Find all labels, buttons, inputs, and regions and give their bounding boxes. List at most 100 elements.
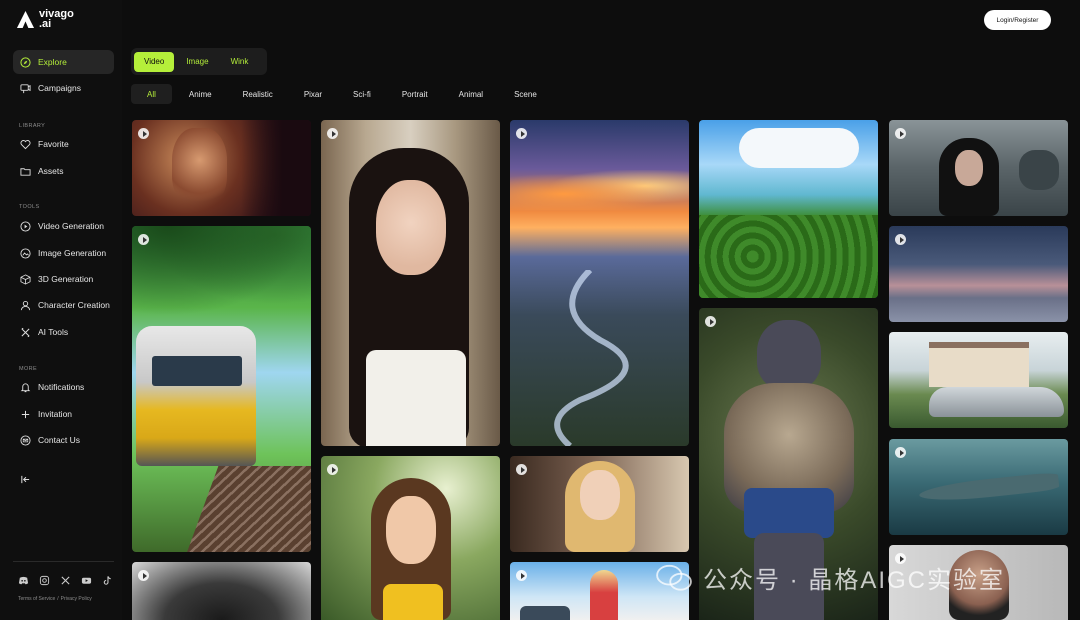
thumbnail-train: [136, 326, 256, 466]
video-card[interactable]: [889, 332, 1068, 428]
play-icon: [516, 128, 527, 139]
logo[interactable]: vivago .ai: [16, 9, 79, 30]
sidebar-item-ai-tools[interactable]: AI Tools: [13, 320, 114, 344]
category-sci-fi[interactable]: Sci-fi: [339, 84, 385, 104]
play-icon: [516, 570, 527, 581]
thumbnail-sunset: [510, 170, 689, 210]
play-icon: [327, 464, 338, 475]
play-circle-icon: [20, 220, 31, 232]
thumbnail-shade: [241, 120, 311, 216]
sidebar: vivago .ai Explore Campaigns LIBRARY Fav…: [0, 0, 122, 620]
campaign-icon: [20, 83, 31, 93]
tiktok-icon[interactable]: [102, 575, 113, 586]
login-register-button[interactable]: Login/Register: [984, 10, 1051, 30]
video-card[interactable]: [321, 456, 500, 620]
social-links: [18, 575, 113, 586]
category-pixar[interactable]: Pixar: [290, 84, 336, 104]
brand-suffix: .ai: [39, 18, 52, 30]
category-animal[interactable]: Animal: [445, 84, 497, 104]
sidebar-item-invitation[interactable]: Invitation: [13, 402, 114, 426]
thumbnail-river: [554, 270, 629, 446]
logo-text: vivago .ai: [39, 9, 79, 30]
play-icon: [138, 128, 149, 139]
sidebar-item-label: Notifications: [38, 382, 85, 392]
video-card[interactable]: [132, 226, 311, 552]
instagram-icon[interactable]: [39, 575, 50, 586]
tab-video[interactable]: Video: [134, 51, 175, 72]
video-card[interactable]: [132, 562, 311, 620]
tab-wink[interactable]: Wink: [221, 52, 259, 72]
sidebar-item-campaigns[interactable]: Campaigns: [13, 76, 114, 100]
thumbnail-face: [386, 496, 436, 564]
category-all[interactable]: All: [131, 84, 172, 104]
footer-separator: /: [57, 596, 59, 602]
video-card[interactable]: [699, 120, 878, 298]
play-icon: [327, 128, 338, 139]
video-card[interactable]: [889, 439, 1068, 535]
video-card[interactable]: [889, 226, 1068, 322]
category-tabs: All Anime Realistic Pixar Sci-fi Portrai…: [131, 84, 554, 104]
sidebar-item-3d-generation[interactable]: 3D Generation: [13, 267, 114, 291]
sidebar-item-label: Video Generation: [38, 221, 105, 231]
sidebar-divider: [13, 561, 114, 562]
image-icon: [20, 247, 31, 259]
thumbnail-face: [580, 470, 620, 520]
tab-image[interactable]: Image: [176, 52, 218, 72]
compass-icon: [20, 56, 31, 68]
sidebar-item-video-generation[interactable]: Video Generation: [13, 214, 114, 238]
category-portrait[interactable]: Portrait: [388, 84, 442, 104]
sidebar-item-explore[interactable]: Explore: [13, 50, 114, 74]
heart-icon: [20, 139, 31, 149]
sidebar-item-assets[interactable]: Assets: [13, 159, 114, 183]
thumbnail-subject: [590, 570, 618, 620]
thumbnail-face: [955, 150, 983, 186]
video-card[interactable]: [510, 456, 689, 552]
thumbnail-window: [152, 356, 242, 386]
play-icon: [895, 234, 906, 245]
thumbnail-palms: [699, 215, 878, 298]
video-card[interactable]: [889, 120, 1068, 216]
sidebar-item-image-generation[interactable]: Image Generation: [13, 241, 114, 265]
thumbnail-house: [929, 342, 1029, 387]
footer-links: Terms of Service / Privacy Policy: [18, 596, 92, 602]
category-anime[interactable]: Anime: [175, 84, 226, 104]
sidebar-item-label: 3D Generation: [38, 274, 94, 284]
video-card[interactable]: [510, 562, 689, 620]
sidebar-item-label: Assets: [38, 166, 64, 176]
video-card[interactable]: [321, 120, 500, 446]
sidebar-item-label: Explore: [38, 57, 67, 67]
sidebar-item-label: Image Generation: [38, 248, 107, 258]
thumbnail-creature: [1019, 150, 1059, 190]
play-icon: [895, 128, 906, 139]
collapse-sidebar-button[interactable]: [13, 467, 114, 491]
thumbnail-face: [376, 180, 446, 275]
video-card[interactable]: [510, 120, 689, 446]
folder-icon: [20, 167, 31, 176]
sidebar-item-label: Campaigns: [38, 83, 81, 93]
thumbnail-cloud: [739, 128, 859, 168]
thumbnail-car: [520, 606, 570, 620]
sidebar-item-contact-us[interactable]: Contact Us: [13, 428, 114, 452]
thumbnail-subject: [949, 550, 1009, 620]
thumbnail-subject: [172, 128, 227, 208]
x-icon[interactable]: [60, 575, 71, 586]
privacy-link[interactable]: Privacy Policy: [61, 596, 92, 602]
category-scene[interactable]: Scene: [500, 84, 551, 104]
thumbnail-legs: [754, 533, 824, 620]
sidebar-item-notifications[interactable]: Notifications: [13, 375, 114, 399]
category-realistic[interactable]: Realistic: [229, 84, 287, 104]
thumbnail-jet: [918, 471, 1060, 505]
thumbnail-tracks: [185, 466, 311, 552]
video-card[interactable]: [889, 545, 1068, 620]
discord-icon[interactable]: [18, 575, 29, 586]
sidebar-item-favorite[interactable]: Favorite: [13, 132, 114, 156]
terms-link[interactable]: Terms of Service: [18, 596, 55, 602]
sidebar-item-character-creation[interactable]: Character Creation: [13, 293, 114, 317]
play-icon: [138, 570, 149, 581]
video-card[interactable]: [132, 120, 311, 216]
tools-icon: [21, 327, 30, 337]
video-card[interactable]: [699, 308, 878, 620]
play-icon: [705, 316, 716, 327]
thumbnail-top: [383, 584, 443, 620]
youtube-icon[interactable]: [81, 575, 92, 586]
